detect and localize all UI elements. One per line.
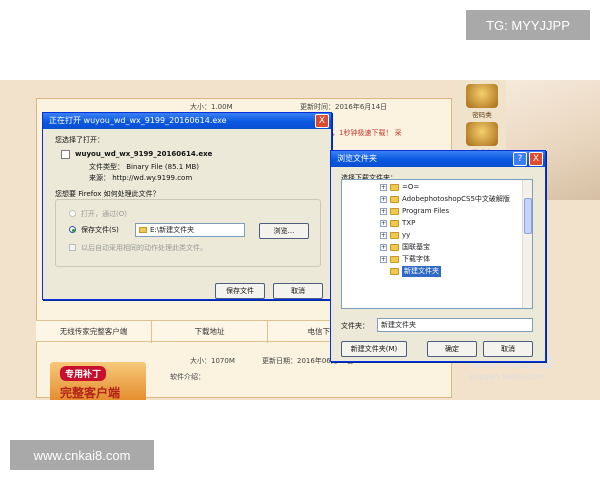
size-top: 大小：1.00M <box>190 103 233 111</box>
auto-action-label: 以后自动采用相同的动作处理此类文件。 <box>81 244 207 252</box>
folder-icon <box>139 227 147 233</box>
tree-item[interactable]: + TXP <box>342 218 522 229</box>
browse-button[interactable]: 浏览... <box>259 223 309 239</box>
handle-question: 您想要 Firefox 如何处理此文件？ <box>55 190 160 198</box>
close-icon[interactable]: X <box>529 152 543 166</box>
folder-input[interactable]: 新建文件夹 <box>377 318 533 332</box>
expand-icon[interactable]: + <box>380 220 387 227</box>
auto-action-checkbox[interactable] <box>69 244 76 251</box>
tree-item[interactable]: + 下载字体 <box>342 254 522 265</box>
expand-icon[interactable]: + <box>380 256 387 263</box>
save-path-text: E:\新建文件夹 <box>150 226 195 234</box>
expand-icon[interactable]: + <box>380 244 387 251</box>
file-source: 来源： http://wd.wy.9199.com <box>89 174 193 182</box>
save-path-field[interactable]: E:\新建文件夹 <box>135 223 245 237</box>
folder-tree[interactable]: + =O= + AdobephotoshopCS5中文破解版 + Program Fi… <box>341 179 533 309</box>
side-panel: 密码类 游戏类 <box>458 80 506 160</box>
folder-icon <box>390 208 399 215</box>
dialog-title: 正在打开 wuyou_wd_wx_9199_20160614.exe <box>43 113 331 129</box>
open-with-radio[interactable] <box>69 210 76 217</box>
expand-icon[interactable]: + <box>380 184 387 191</box>
open-file-dialog: 正在打开 wuyou_wd_wx_9199_20160614.exe X 您选择… <box>42 112 332 300</box>
open-folder-icon <box>390 268 399 275</box>
expand-icon[interactable]: + <box>380 196 387 203</box>
open-with-label: 打开，通过(O) <box>81 210 127 218</box>
cancel-button[interactable]: 取消 <box>273 283 323 299</box>
tree-item[interactable]: + =O= <box>342 182 522 193</box>
screenshot-area: 密码类 游戏类 大小：1.00M 更新时间：2016年6月14日 ，1秒钟极速下… <box>0 80 600 400</box>
folder-icon <box>390 220 399 227</box>
tree-item[interactable]: + Program Files <box>342 206 522 217</box>
game-icon[interactable] <box>466 122 498 146</box>
tree-scrollbar[interactable] <box>522 180 532 308</box>
tree-item[interactable]: + 国联基宝 <box>342 242 522 253</box>
promo-banner[interactable]: 专用补丁 完整客户端 <box>50 362 146 400</box>
site-watermark: www.cnkai8.com <box>10 440 154 470</box>
update-top: 更新时间：2016年6月14日 <box>300 103 388 111</box>
close-icon[interactable]: X <box>315 114 329 128</box>
file-icon <box>61 150 70 159</box>
help-icon[interactable]: ? <box>513 152 527 166</box>
software-intro: 软件介绍： <box>170 373 205 381</box>
client-link[interactable]: 无线传家完整客户端 <box>36 321 152 343</box>
scrollbar-thumb[interactable] <box>524 198 532 234</box>
folder-icon <box>390 232 399 239</box>
promo-tag: 专用补丁 <box>60 366 107 381</box>
expand-icon[interactable]: + <box>380 208 387 215</box>
save-file-radio[interactable] <box>69 226 76 233</box>
download-address-link[interactable]: 下载地址 <box>152 321 268 343</box>
save-file-button[interactable]: 保存文件 <box>215 283 265 299</box>
new-folder-button[interactable]: 新建文件夹(M) <box>341 341 407 357</box>
password-icon[interactable] <box>466 84 498 108</box>
tree-item[interactable]: + AdobephotoshopCS5中文破解版 <box>342 194 522 205</box>
tree-item[interactable]: + yy <box>342 230 522 241</box>
folder-label: 文件夹： <box>341 322 369 330</box>
folder-icon <box>390 256 399 263</box>
tg-watermark: TG: MYYJJPP <box>466 10 590 40</box>
folder-icon <box>390 244 399 251</box>
file-name: wuyou_wd_wx_9199_20160614.exe <box>75 150 213 158</box>
side-item-label: 密码类 <box>472 111 492 119</box>
fast-download-text: ，1秒钟极速下载！ 采 <box>332 129 402 137</box>
expand-icon[interactable]: + <box>380 232 387 239</box>
save-file-label: 保存文件(S) <box>81 226 119 234</box>
file-type: 文件类型： Binary File (85.1 MB) <box>89 163 199 171</box>
promo-subtitle: 完整客户端 <box>60 386 121 400</box>
folder-icon <box>390 196 399 203</box>
folder-icon <box>390 184 399 191</box>
size-label: 大小：1070M <box>190 357 235 365</box>
chosen-label: 您选择了打开： <box>55 136 104 144</box>
tree-item-selected[interactable]: 新建文件夹 <box>342 266 522 277</box>
browse-folder-dialog: 浏览文件夹 ? X 选择下载文件夹： + =O= + AdobephotoshopC… <box>330 150 546 362</box>
baidu-url-watermark: jingyan.baidu.com <box>470 372 544 381</box>
cancel-button[interactable]: 取消 <box>483 341 533 357</box>
ok-button[interactable]: 确定 <box>427 341 477 357</box>
